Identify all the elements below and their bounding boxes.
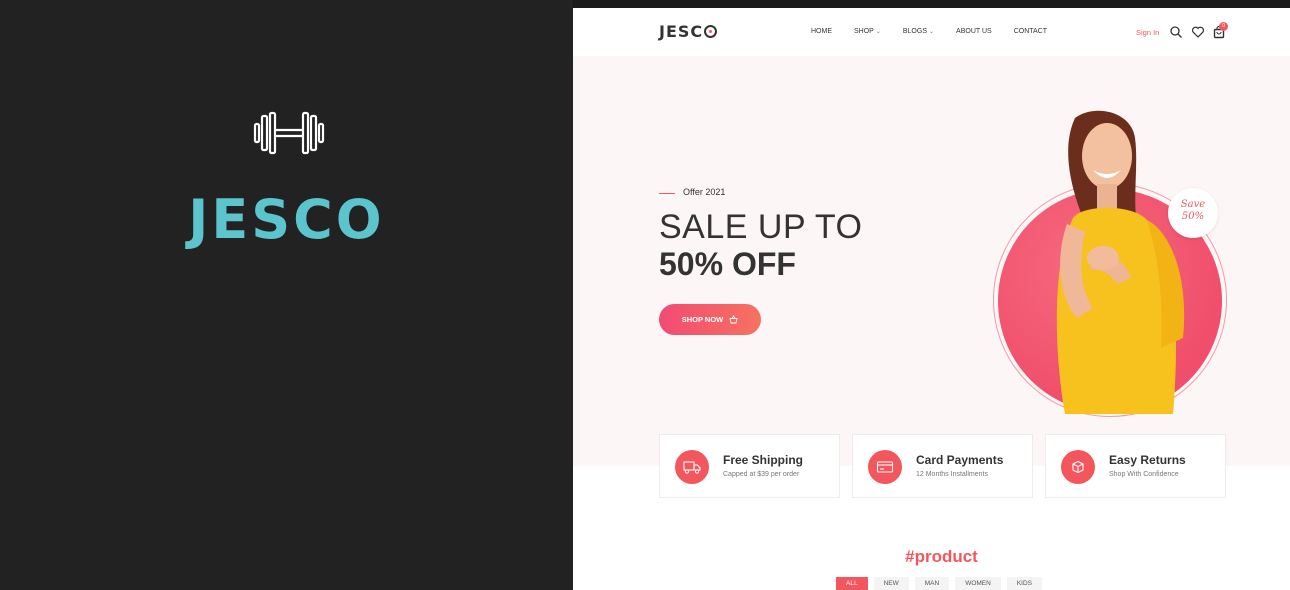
feature-subtitle: Capped at $39 per order: [723, 471, 800, 478]
feature-title: Easy Returns: [1109, 453, 1186, 467]
brand-wordmark: JESCO: [0, 188, 573, 251]
site-logo-text: JESC: [659, 22, 704, 41]
offer-label: Offer 2021: [683, 187, 726, 197]
search-icon[interactable]: [1169, 25, 1183, 39]
feature-title: Free Shipping: [723, 453, 804, 467]
save-badge-line2: 50%: [1181, 211, 1205, 222]
chevron-down-icon: ⌄: [929, 29, 935, 35]
tab-women[interactable]: WOMEN: [955, 577, 1001, 590]
main-nav: HOME SHOP ⌄ BLOGS ⌄ ABOUT US CONTACT: [811, 28, 1069, 35]
feature-subtitle: Shop With Confidence: [1109, 471, 1179, 478]
hero-title-line2: 50% OFF: [659, 246, 796, 282]
feature-title: Card Payments: [916, 453, 1004, 467]
feature-card-shipping: Free Shipping Capped at $39 per order: [659, 434, 840, 498]
sign-in-link[interactable]: Sign In: [1136, 28, 1159, 37]
chevron-down-icon: ⌄: [875, 29, 881, 35]
offer-line-decoration: [659, 193, 675, 194]
dumbbell-icon: [253, 111, 325, 155]
preview-top-strip: [573, 0, 1290, 8]
feature-card-payments: Card Payments 12 Months Installments: [852, 434, 1033, 498]
hero-title-line1: SALE UP TO: [659, 208, 863, 246]
brand-wordmark-text: JESCO: [188, 188, 385, 251]
save-badge: Save 50%: [1168, 188, 1218, 238]
shop-now-button[interactable]: SHOP NOW: [659, 304, 761, 335]
feature-cards: Free Shipping Capped at $39 per order Ca…: [659, 434, 1226, 498]
product-tabs: ALL NEW MAN WOMEN KIDS: [836, 577, 1043, 590]
product-section-title: #product: [905, 547, 978, 566]
save-badge-line1: Save: [1180, 199, 1206, 210]
nav-item-about[interactable]: ABOUT US: [956, 28, 992, 35]
cart-count-badge: 0: [1219, 22, 1228, 31]
tab-kids[interactable]: KIDS: [1006, 577, 1043, 590]
hero-banner: Offer 2021 SALE UP TO 50% OFF SHOP NOW S…: [573, 56, 1290, 466]
return-box-icon: [1061, 450, 1095, 484]
tab-all[interactable]: ALL: [836, 577, 868, 590]
brand-panel: JESCO: [0, 0, 573, 590]
nav-label: CONTACT: [1013, 28, 1047, 35]
page-preview: JESC HOME SHOP ⌄ BLOGS ⌄ ABOUT US CONTACT …: [573, 8, 1290, 590]
hero-model-image: [1056, 110, 1185, 414]
site-logo[interactable]: JESC: [659, 22, 718, 41]
tab-man[interactable]: MAN: [914, 577, 950, 590]
nav-label: ABOUT US: [956, 28, 992, 35]
feature-card-returns: Easy Returns Shop With Confidence: [1045, 434, 1226, 498]
nav-item-home[interactable]: HOME: [811, 28, 832, 35]
tab-new[interactable]: NEW: [873, 577, 909, 590]
feature-subtitle: 12 Months Installments: [916, 471, 988, 478]
shop-now-label: SHOP NOW: [681, 315, 724, 324]
nav-item-contact[interactable]: CONTACT: [1014, 28, 1047, 35]
truck-icon: [675, 450, 709, 484]
nav-item-shop[interactable]: SHOP ⌄: [854, 28, 881, 35]
nav-label: BLOGS: [902, 28, 927, 35]
card-icon: [868, 450, 902, 484]
basket-icon: [729, 315, 738, 324]
nav-item-blogs[interactable]: BLOGS ⌄: [903, 28, 934, 35]
nav-label: SHOP: [854, 28, 874, 35]
site-header: JESC HOME SHOP ⌄ BLOGS ⌄ ABOUT US CONTACT …: [573, 8, 1290, 56]
logo-o-mark: [704, 25, 718, 38]
nav-label: HOME: [811, 28, 832, 35]
heart-icon[interactable]: [1191, 25, 1205, 39]
